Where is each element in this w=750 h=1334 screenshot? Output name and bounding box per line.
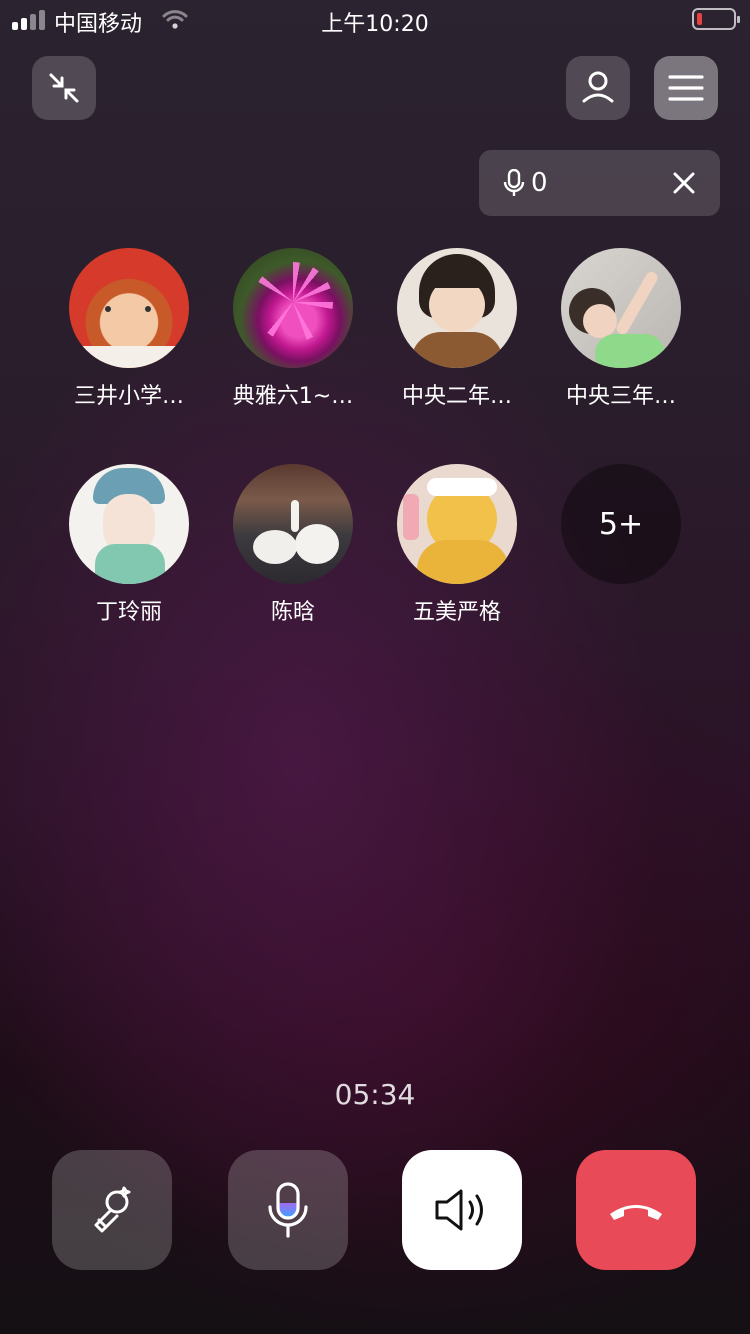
- participant[interactable]: 五美严格: [382, 464, 532, 628]
- participant[interactable]: 三井小学…: [54, 248, 204, 412]
- minimize-icon: [49, 73, 79, 103]
- hang-up-icon: [610, 1205, 662, 1220]
- child-avatar: [397, 248, 517, 368]
- mic-count: 0: [531, 168, 548, 198]
- person-icon: [582, 71, 614, 103]
- illustration-avatar: [69, 464, 189, 584]
- participant-name: 三井小学…: [73, 384, 184, 409]
- flower-avatar: [233, 248, 353, 368]
- participant-name: 中央三年…: [565, 384, 676, 409]
- microphone-icon: [503, 169, 525, 196]
- participant-name: 陈晗: [270, 600, 315, 625]
- add-member-button[interactable]: [566, 56, 630, 120]
- swans-avatar: [233, 464, 353, 584]
- participant-name: 丁玲丽: [95, 600, 162, 625]
- doll-avatar: [69, 248, 189, 368]
- participant-name: 五美严格: [412, 600, 501, 625]
- mic-status-pill: 0: [479, 150, 720, 216]
- clock: 上午10:20: [321, 12, 429, 37]
- close-icon[interactable]: [673, 172, 695, 194]
- hang-up-button[interactable]: [576, 1150, 696, 1270]
- microphone-icon: [268, 1182, 308, 1238]
- call-timer: 05:34: [334, 1078, 416, 1111]
- more-count: 5+: [561, 464, 681, 584]
- menu-button[interactable]: [654, 56, 718, 120]
- participant[interactable]: 中央三年…: [546, 248, 696, 412]
- microphone-button[interactable]: [228, 1150, 348, 1270]
- participant[interactable]: 中央二年…: [382, 248, 532, 412]
- menu-icon: [668, 75, 704, 101]
- participant[interactable]: 丁玲丽: [54, 464, 204, 628]
- minimize-button[interactable]: [32, 56, 96, 120]
- speaker-icon: [435, 1189, 483, 1231]
- participant[interactable]: 陈晗: [218, 464, 368, 628]
- bear-avatar: [397, 464, 517, 584]
- participant-name: 典雅六1~…: [232, 384, 354, 409]
- beauty-filter-button[interactable]: [52, 1150, 172, 1270]
- participant[interactable]: 典雅六1~…: [218, 248, 368, 412]
- speaker-button[interactable]: [402, 1150, 522, 1270]
- beauty-icon: [94, 1186, 131, 1233]
- battery-icon: [692, 8, 740, 30]
- participant-name: 中央二年…: [401, 384, 512, 409]
- baby-avatar: [561, 248, 681, 368]
- status-bar: 中国移动 上午10:20: [0, 0, 750, 40]
- more-participants[interactable]: 5+: [546, 464, 696, 584]
